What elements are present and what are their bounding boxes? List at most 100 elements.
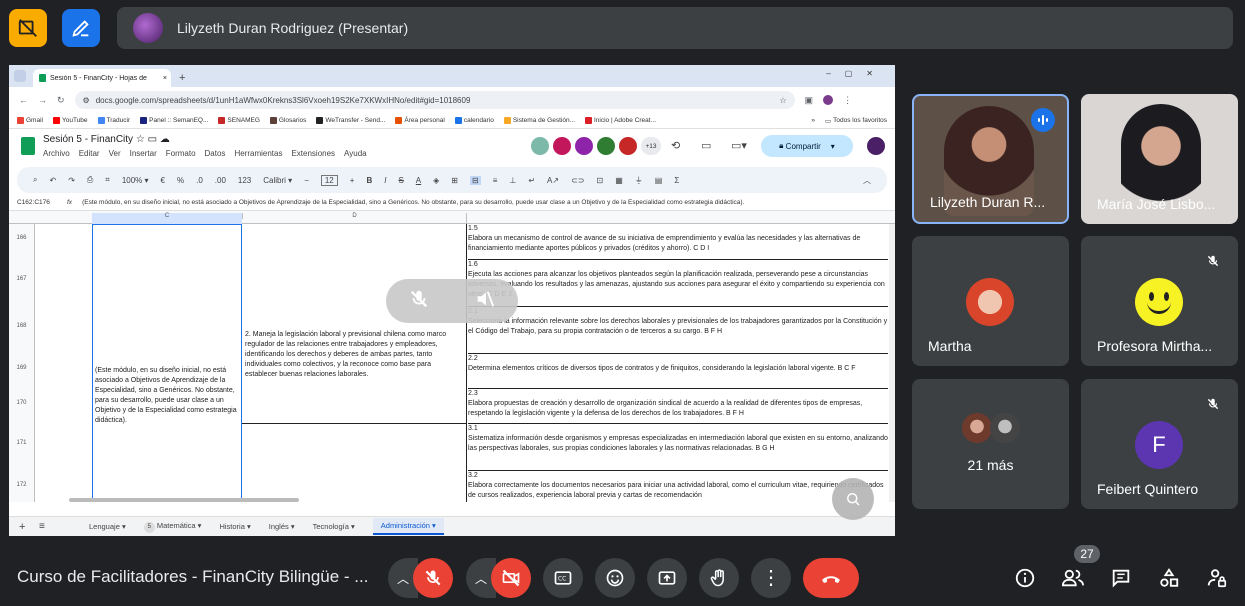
valign-icon[interactable]: ⊥: [509, 176, 516, 185]
reactions-button[interactable]: [595, 558, 635, 598]
history-icon[interactable]: ⟲: [671, 139, 680, 152]
browser-menu-icon[interactable]: ⋮: [843, 95, 852, 106]
col-header-e[interactable]: [466, 213, 890, 224]
menu-herramientas[interactable]: Herramientas: [234, 149, 282, 158]
participant-tile-more[interactable]: 21 más: [912, 379, 1069, 509]
sheet-tab-matematica[interactable]: 5 Matemática ▾: [143, 521, 201, 533]
chat-button[interactable]: [1107, 564, 1135, 592]
row-header[interactable]: 171: [9, 424, 35, 471]
cell-e-172[interactable]: 3.2 Elabora correctamente los documentos …: [468, 471, 888, 502]
wrap-icon[interactable]: ↵: [528, 176, 535, 185]
comment-icon[interactable]: ⊡: [597, 176, 604, 185]
sheet-tab-tecnologia[interactable]: Tecnología ▾: [313, 522, 355, 531]
bookmark-star-icon[interactable]: ☆: [779, 96, 786, 105]
formula-input[interactable]: (Este módulo, en su diseño inicial, no e…: [82, 199, 744, 206]
search-icon[interactable]: ⌕: [33, 175, 37, 185]
account-avatar[interactable]: [867, 137, 885, 155]
collapse-toolbar-icon[interactable]: ︿: [863, 175, 871, 186]
fill-color-icon[interactable]: ◈: [433, 176, 439, 185]
people-button[interactable]: [1059, 564, 1087, 592]
col-header-c[interactable]: C: [92, 213, 242, 224]
participant-tile-profesora[interactable]: Profesora Mirtha...: [1081, 236, 1238, 366]
col-header-d[interactable]: D: [242, 213, 466, 219]
bookmark-folder[interactable]: ▭ Todos los favoritos: [825, 117, 887, 125]
paint-format-icon[interactable]: ⌗: [105, 175, 110, 185]
font-size-increase-icon[interactable]: +: [350, 176, 355, 185]
bookmark-area-personal[interactable]: Área personal: [395, 117, 445, 124]
redo-icon[interactable]: ↷: [68, 176, 75, 185]
microphone-button[interactable]: [413, 558, 453, 598]
sheet-grid[interactable]: 166 167 168 169 170 171 172 (Este módulo…: [9, 224, 895, 502]
increase-decimal-icon[interactable]: .00: [215, 176, 226, 185]
decrease-decimal-icon[interactable]: .0: [196, 176, 203, 185]
reload-icon[interactable]: ↻: [57, 95, 65, 106]
present-button[interactable]: [647, 558, 687, 598]
new-tab-icon[interactable]: +: [179, 72, 185, 84]
tab-search-icon[interactable]: [14, 70, 26, 82]
participant-tile-maria-jose[interactable]: María José Lisbo...: [1081, 94, 1238, 224]
row-header[interactable]: 166: [9, 224, 35, 260]
participant-tile-feibert[interactable]: F Feibert Quintero: [1081, 379, 1238, 509]
bold-icon[interactable]: B: [366, 176, 372, 185]
menu-datos[interactable]: Datos: [205, 149, 226, 158]
row-header[interactable]: 170: [9, 389, 35, 424]
bookmark-calendario[interactable]: calendario: [454, 117, 494, 124]
camera-button[interactable]: [491, 558, 531, 598]
hide-self-view-button[interactable]: [9, 9, 47, 47]
functions-icon[interactable]: Σ: [674, 176, 679, 185]
bookmark-panel[interactable]: Panel :: SemanEQ...: [140, 117, 208, 124]
host-controls-button[interactable]: [1203, 564, 1231, 592]
vertical-scrollbar[interactable]: [889, 224, 895, 502]
font-size-input[interactable]: 12: [320, 174, 338, 186]
menu-extensiones[interactable]: Extensiones: [291, 149, 335, 158]
bookmark-glosarios[interactable]: Glosarios: [269, 117, 306, 124]
row-header[interactable]: 169: [9, 354, 35, 389]
strikethrough-icon[interactable]: S: [398, 176, 403, 185]
menu-editar[interactable]: Editar: [79, 149, 100, 158]
presenter-bar[interactable]: Lilyzeth Duran Rodriguez (Presentar): [117, 7, 1233, 49]
merge-cells-icon[interactable]: ⊟: [470, 175, 481, 185]
font-select[interactable]: Calibri ▾: [263, 176, 292, 185]
meet-icon[interactable]: ▭▾: [731, 139, 747, 152]
horizontal-scrollbar[interactable]: [69, 498, 299, 502]
borders-icon[interactable]: ⊞: [451, 176, 458, 185]
window-controls[interactable]: –▢✕: [826, 69, 887, 78]
bookmark-sistema[interactable]: Sistema de Gestión...: [503, 117, 575, 124]
share-button[interactable]: 🔒︎ Compartir ▾: [761, 135, 853, 157]
percent-icon[interactable]: %: [177, 176, 184, 185]
chart-icon[interactable]: ▦: [615, 176, 623, 185]
meeting-details-button[interactable]: [1011, 564, 1039, 592]
cell-e-170[interactable]: 2.3 Elabora propuestas de creación y desa…: [468, 389, 888, 424]
menu-archivo[interactable]: Archivo: [43, 149, 70, 158]
menu-ver[interactable]: Ver: [109, 149, 121, 158]
participant-tile-lilyzeth[interactable]: Lilyzeth Duran R...: [912, 94, 1069, 224]
bookmark-gmail[interactable]: Gmail: [17, 117, 43, 124]
leave-call-button[interactable]: [803, 558, 859, 598]
participant-tile-martha[interactable]: Martha: [912, 236, 1069, 366]
print-icon[interactable]: ⎙: [87, 175, 93, 185]
captions-button[interactable]: CC: [543, 558, 583, 598]
number-format-icon[interactable]: 123: [238, 176, 251, 185]
sheets-logo[interactable]: [21, 137, 35, 155]
back-icon[interactable]: ←: [19, 95, 28, 105]
close-icon[interactable]: ×: [163, 75, 167, 82]
meeting-title[interactable]: Curso de Facilitadores - FinanCity Bilin…: [17, 567, 368, 587]
add-sheet-icon[interactable]: +: [19, 521, 25, 533]
browser-tab[interactable]: Sesión 5 - FinanCity - Hojas de ×: [33, 69, 171, 87]
profile-icon[interactable]: [823, 95, 834, 105]
row-header[interactable]: 172: [9, 471, 35, 502]
bookmark-traducir[interactable]: Traducir: [97, 117, 130, 124]
more-options-button[interactable]: ⋮: [751, 558, 791, 598]
text-color-icon[interactable]: A: [416, 176, 421, 185]
comments-icon[interactable]: ▭: [701, 139, 711, 152]
currency-icon[interactable]: €: [161, 176, 165, 185]
link-icon[interactable]: ⊂⊃: [571, 176, 584, 185]
cell-e-168[interactable]: 2.1Selecciona la información relevante s…: [468, 307, 888, 354]
more-bookmarks-icon[interactable]: »: [811, 117, 815, 124]
cell-c-merged[interactable]: (Este módulo, en su diseño inicial, no e…: [95, 366, 240, 466]
sheet-tab-ingles[interactable]: Inglés ▾: [269, 522, 295, 531]
rotate-icon[interactable]: A↗: [547, 176, 559, 185]
doc-title[interactable]: Sesión 5 - FinanCity ☆ ▭ ☁: [43, 134, 170, 145]
name-box[interactable]: C162:C176: [17, 199, 57, 206]
table-view-icon[interactable]: ▤: [655, 176, 663, 185]
